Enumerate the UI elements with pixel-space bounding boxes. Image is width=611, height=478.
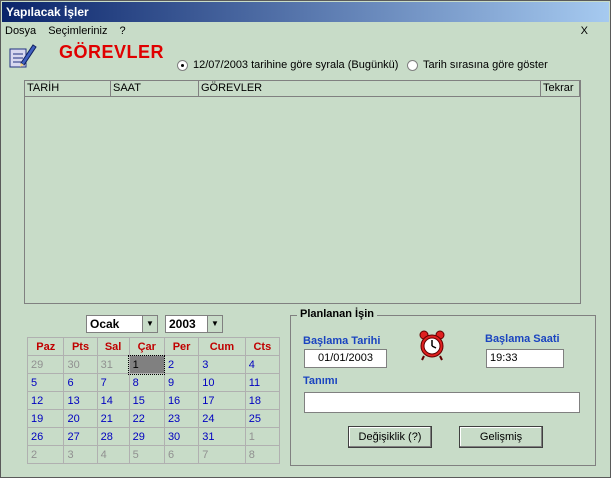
calendar-day[interactable]: 31 (96, 355, 130, 374)
calendar-day[interactable]: 29 (128, 427, 165, 446)
calendar-day[interactable]: 2 (163, 355, 200, 374)
calendar-day[interactable]: 10 (198, 373, 246, 392)
month-select[interactable]: Ocak ▼ (86, 315, 158, 333)
start-date-field[interactable]: 01/01/2003 (304, 349, 387, 368)
calendar-day[interactable]: 25 (244, 409, 281, 428)
calendar-day[interactable]: 7 (96, 373, 130, 392)
calendar-day[interactable]: 23 (163, 409, 200, 428)
chevron-down-icon[interactable]: ▼ (142, 316, 157, 332)
calendar-day[interactable]: 13 (63, 391, 98, 410)
calendar-day[interactable]: 22 (128, 409, 165, 428)
calendar-day[interactable]: 3 (198, 355, 246, 374)
calendar-day[interactable]: 6 (63, 373, 98, 392)
menu-options[interactable]: Seçimleriniz (48, 25, 107, 39)
calendar-day[interactable]: 11 (244, 373, 281, 392)
notepad-pencil-icon (9, 44, 37, 68)
description-field[interactable] (304, 392, 580, 413)
weekday-header: Çar (128, 337, 165, 356)
calendar-day[interactable]: 6 (163, 445, 200, 464)
calendar-day[interactable]: 29 (26, 355, 65, 374)
close-menu-button[interactable]: X (581, 25, 588, 37)
calendar-day[interactable]: 30 (63, 355, 98, 374)
calendar-day[interactable]: 9 (163, 373, 200, 392)
calendar-week: 5 6 7 8 9 10 11 (26, 373, 281, 392)
page-title: GÖREVLER (59, 42, 165, 62)
calendar-week: 26 27 28 29 30 31 1 (26, 427, 281, 446)
calendar-day[interactable]: 15 (128, 391, 165, 410)
planned-task-title: Planlanan İşin (297, 308, 377, 320)
column-repeat[interactable]: Tekrar (541, 81, 580, 96)
title-bar: Yapılacak İşler (2, 2, 609, 22)
sort-by-date-radio[interactable]: Tarih sırasına göre göster (407, 59, 548, 71)
start-time-field[interactable]: 19:33 (486, 349, 564, 368)
calendar-day[interactable]: 30 (163, 427, 200, 446)
calendar-day[interactable]: 26 (26, 427, 65, 446)
weekday-header: Per (163, 337, 200, 356)
menu-bar: Dosya Seçimleriniz ? (5, 25, 126, 39)
menu-help[interactable]: ? (119, 25, 125, 39)
year-select-value: 2003 (169, 317, 196, 331)
start-time-label: Başlama Saati (485, 333, 560, 345)
weekday-header: Cts (244, 337, 281, 356)
calendar-day[interactable]: 8 (244, 445, 281, 464)
calendar-day[interactable]: 17 (198, 391, 246, 410)
calendar-day[interactable]: 7 (198, 445, 246, 464)
calendar-day[interactable]: 5 (26, 373, 65, 392)
calendar-day[interactable]: 1 (244, 427, 281, 446)
calendar-day[interactable]: 28 (96, 427, 130, 446)
weekday-header: Sal (96, 337, 130, 356)
calendar-week: 29 30 31 1 2 3 4 (26, 354, 281, 375)
task-list-header: TARİH SAAT GÖREVLER Tekrar (25, 81, 580, 97)
calendar-day[interactable]: 19 (26, 409, 65, 428)
calendar-day[interactable]: 12 (26, 391, 65, 410)
calendar-day[interactable]: 3 (63, 445, 98, 464)
description-label: Tanımı (303, 375, 338, 387)
calendar-week: 2 3 4 5 6 7 8 (26, 445, 281, 464)
calendar-weekday-row: Paz Pts Sal Çar Per Cum Cts (26, 337, 281, 356)
radio-dot-unchecked (407, 59, 418, 71)
calendar-day[interactable]: 31 (198, 427, 246, 446)
main-window: Yapılacak İşler Dosya Seçimleriniz ? X G… (0, 0, 611, 478)
column-date[interactable]: TARİH (25, 81, 111, 96)
calendar-grid: Paz Pts Sal Çar Per Cum Cts 29 30 31 1 2… (26, 337, 281, 464)
calendar-week: 12 13 14 15 16 17 18 (26, 391, 281, 410)
advanced-button[interactable]: Gelişmiş (459, 426, 543, 448)
sort-by-today-label: 12/07/2003 tarihine göre syrala (Bugünkü… (193, 59, 399, 71)
weekday-header: Pts (63, 337, 98, 356)
year-select[interactable]: 2003 ▼ (165, 315, 223, 333)
calendar-day[interactable]: 16 (163, 391, 200, 410)
calendar-day[interactable]: 4 (244, 355, 281, 374)
calendar-day[interactable]: 8 (128, 373, 165, 392)
sort-by-date-label: Tarih sırasına göre göster (423, 59, 548, 71)
calendar-day[interactable]: 27 (63, 427, 98, 446)
radio-dot-checked (177, 59, 188, 71)
calendar-day[interactable]: 4 (96, 445, 130, 464)
column-tasks[interactable]: GÖREVLER (199, 81, 541, 96)
calendar-day[interactable]: 18 (244, 391, 281, 410)
calendar-day[interactable]: 20 (63, 409, 98, 428)
calendar-day[interactable]: 2 (26, 445, 65, 464)
calendar-day[interactable]: 5 (128, 445, 165, 464)
calendar-day[interactable]: 21 (96, 409, 130, 428)
calendar-day[interactable]: 24 (198, 409, 246, 428)
menu-file[interactable]: Dosya (5, 25, 36, 39)
column-time[interactable]: SAAT (111, 81, 199, 96)
weekday-header: Paz (26, 337, 65, 356)
month-select-value: Ocak (90, 317, 120, 331)
weekday-header: Cum (198, 337, 246, 356)
change-button[interactable]: Değişiklik (?) (348, 426, 432, 448)
chevron-down-icon[interactable]: ▼ (207, 316, 222, 332)
sort-by-today-radio[interactable]: 12/07/2003 tarihine göre syrala (Bugünkü… (177, 59, 398, 71)
alarm-clock-icon (419, 330, 445, 361)
calendar-week: 19 20 21 22 23 24 25 (26, 409, 281, 428)
task-list[interactable]: TARİH SAAT GÖREVLER Tekrar (24, 80, 581, 304)
calendar-day-selected[interactable]: 1 (128, 354, 166, 375)
calendar-day[interactable]: 14 (96, 391, 130, 410)
start-date-label: Başlama Tarihi (303, 335, 381, 347)
